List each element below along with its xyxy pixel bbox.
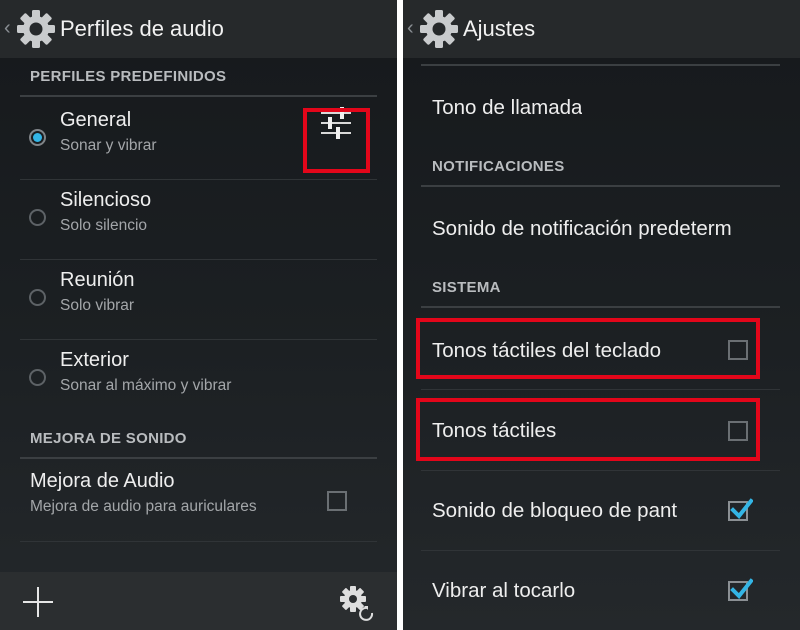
radio-unselected[interactable] xyxy=(29,289,46,306)
vibrate-on-touch-label: Vibrar al tocarlo xyxy=(432,579,576,602)
screen-lock-sound-label: Sonido de bloqueo de pant xyxy=(432,499,678,522)
settings-screen: ‹ Ajustes Tono de llamada NOTIFICACIONES… xyxy=(403,0,800,630)
equalizer-settings-icon[interactable] xyxy=(306,94,366,154)
profile-subtitle: Solo silencio xyxy=(60,217,148,234)
audio-enhancement-item[interactable]: Mejora de Audio Mejora de audio para aur… xyxy=(20,461,377,542)
radio-unselected[interactable] xyxy=(29,369,46,386)
radio-selected[interactable] xyxy=(29,129,46,146)
profile-subtitle: Sonar y vibrar xyxy=(60,137,157,154)
profile-name: Silencioso xyxy=(60,189,152,211)
screen-lock-sound-item[interactable]: Sonido de bloqueo de pant xyxy=(421,470,780,551)
gear-icon[interactable] xyxy=(418,8,460,50)
notification-sound-item[interactable]: Sonido de notificación predeterm xyxy=(421,189,780,273)
section-header-notifications: NOTIFICACIONES xyxy=(421,153,780,187)
section-header-predefined: PERFILES PREDEFINIDOS xyxy=(20,63,377,97)
gear-reset-icon[interactable] xyxy=(336,582,380,622)
section-header-label: MEJORA DE SONIDO xyxy=(30,430,187,447)
action-bar: ‹ Ajustes xyxy=(403,0,800,58)
vibrate-on-touch-checkbox[interactable] xyxy=(728,578,753,601)
back-chevron-icon[interactable]: ‹ xyxy=(4,16,11,40)
keyboard-tones-item[interactable]: Tonos táctiles del teclado xyxy=(421,309,780,390)
touch-tones-label: Tonos táctiles xyxy=(432,419,557,442)
enhancement-name: Mejora de Audio xyxy=(30,470,175,492)
gear-icon[interactable] xyxy=(15,8,57,50)
page-title: Ajustes xyxy=(463,16,536,41)
profile-name: General xyxy=(60,109,132,131)
page-title: Perfiles de audio xyxy=(60,16,224,41)
touch-tones-item[interactable]: Tonos táctiles xyxy=(421,390,780,471)
touch-tones-checkbox[interactable] xyxy=(728,421,748,441)
audio-profiles-screen: ‹ Perfiles de audio PERFILES PREDEFINIDO… xyxy=(0,0,397,630)
check-mark-icon xyxy=(730,578,753,599)
notification-sound-label: Sonido de notificación predeterm xyxy=(432,217,732,240)
check-mark-icon xyxy=(730,498,753,519)
enhancement-checkbox[interactable] xyxy=(327,491,347,511)
ringtone-label: Tono de llamada xyxy=(432,96,583,119)
section-header-label: PERFILES PREDEFINIDOS xyxy=(30,68,227,85)
action-bar: ‹ Perfiles de audio xyxy=(0,0,397,58)
section-header-label: NOTIFICACIONES xyxy=(432,158,565,175)
screen-lock-sound-checkbox[interactable] xyxy=(728,498,753,521)
keyboard-tones-checkbox[interactable] xyxy=(728,340,748,360)
profile-item-general[interactable]: General Sonar y vibrar xyxy=(20,100,377,180)
profile-item-reunion[interactable]: Reunión Solo vibrar xyxy=(20,260,377,340)
plus-icon[interactable] xyxy=(20,584,56,620)
back-chevron-icon[interactable]: ‹ xyxy=(407,16,414,40)
bottom-action-bar xyxy=(0,572,397,630)
keyboard-tones-label: Tonos táctiles del teclado xyxy=(432,339,662,362)
section-header-enhancement: MEJORA DE SONIDO xyxy=(20,425,377,459)
enhancement-subtitle: Mejora de audio para auriculares xyxy=(30,498,257,515)
vibrate-on-touch-item[interactable]: Vibrar al tocarlo xyxy=(421,550,780,630)
profile-item-exterior[interactable]: Exterior Sonar al máximo y vibrar xyxy=(20,340,377,420)
profile-item-silencioso[interactable]: Silencioso Solo silencio xyxy=(20,180,377,260)
profile-subtitle: Sonar al máximo y vibrar xyxy=(60,377,232,394)
radio-unselected[interactable] xyxy=(29,209,46,226)
profile-subtitle: Solo vibrar xyxy=(60,297,135,314)
profile-name: Reunión xyxy=(60,269,135,291)
section-header-label: SISTEMA xyxy=(432,279,501,296)
section-header-system: SISTEMA xyxy=(421,274,780,308)
profile-name: Exterior xyxy=(60,349,129,371)
ringtone-item[interactable]: Tono de llamada xyxy=(421,66,780,150)
